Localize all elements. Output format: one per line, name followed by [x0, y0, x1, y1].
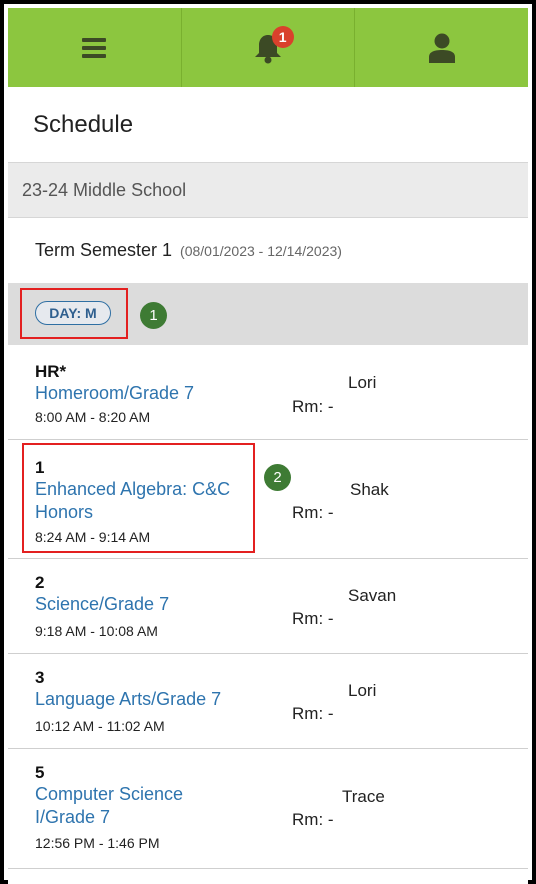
- period-time: 8:00 AM - 8:20 AM: [35, 409, 151, 425]
- course-link[interactable]: Science/Grade 7: [35, 593, 169, 616]
- schedule-row: 3 Language Arts/Grade 7 10:12 AM - 11:02…: [8, 654, 528, 749]
- app-screen: 1 Schedule 23-24 Middle School Term Seme…: [8, 8, 528, 884]
- room-label: Rm: -: [292, 397, 334, 416]
- course-link[interactable]: Homeroom/Grade 7: [35, 382, 194, 405]
- user-profile-button[interactable]: [355, 8, 528, 87]
- callout-highlight-day: [20, 288, 128, 339]
- room-label: Rm: -: [292, 503, 334, 522]
- period-time: 10:12 AM - 11:02 AM: [35, 718, 165, 734]
- page-title: Schedule: [8, 87, 528, 163]
- schedule-row: 5 Computer Science I/Grade 7 12:56 PM - …: [8, 749, 528, 869]
- teacher-name: Lori: [348, 373, 377, 392]
- notifications-button[interactable]: 1: [182, 8, 356, 87]
- callout-number-1: 1: [140, 302, 167, 329]
- app-frame: 1 Schedule 23-24 Middle School Term Seme…: [0, 0, 536, 884]
- teacher-name: Lori: [348, 681, 377, 700]
- teacher-name: Shak: [350, 480, 389, 499]
- top-nav-bar: 1: [8, 8, 528, 87]
- menu-button[interactable]: [8, 8, 182, 87]
- schedule-row: HR* Homeroom/Grade 7 8:00 AM - 8:20 AM R…: [8, 345, 528, 440]
- teacher-name: Savan: [348, 586, 397, 605]
- callout-highlight-course: [22, 443, 255, 553]
- period-time: 9:18 AM - 10:08 AM: [35, 623, 158, 639]
- room-label: Rm: -: [292, 609, 334, 628]
- period-label: 3: [35, 668, 45, 687]
- school-year-label: 23-24 Middle School: [8, 163, 528, 217]
- course-link[interactable]: Computer Science I/Grade 7: [35, 783, 220, 829]
- room-label: Rm: -: [292, 704, 334, 723]
- user-icon: [428, 33, 455, 63]
- term-row: Term Semester 1 (08/01/2023 - 12/14/2023…: [8, 217, 528, 283]
- period-label: HR*: [35, 362, 67, 381]
- period-label: 2: [35, 573, 45, 592]
- course-link[interactable]: Language Arts/Grade 7: [35, 688, 221, 711]
- callout-number-2: 2: [264, 464, 291, 491]
- schedule-row: 2 Science/Grade 7 9:18 AM - 10:08 AM Rm:…: [8, 559, 528, 654]
- room-label: Rm: -: [292, 810, 334, 829]
- period-label: 5: [35, 763, 45, 782]
- hamburger-menu-icon: [82, 37, 107, 58]
- period-time: 12:56 PM - 1:46 PM: [35, 835, 160, 851]
- teacher-name: Trace: [342, 787, 385, 806]
- term-dates: (08/01/2023 - 12/14/2023): [180, 242, 342, 259]
- notification-count-badge: 1: [271, 26, 294, 48]
- term-name: Term Semester 1: [35, 240, 173, 260]
